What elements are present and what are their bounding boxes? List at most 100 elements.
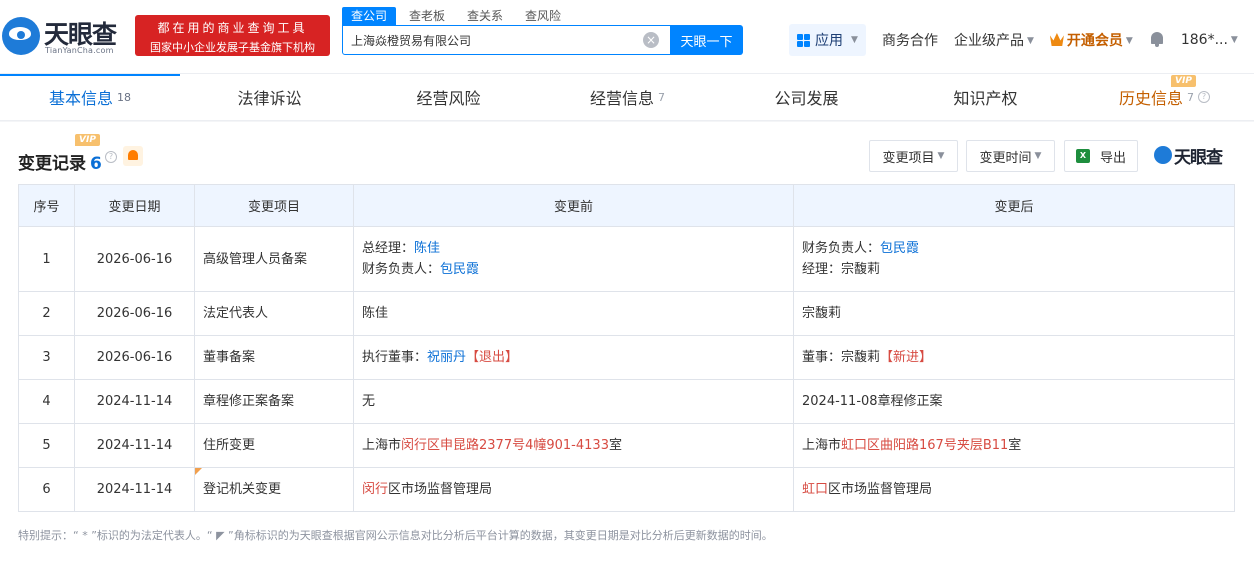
column-header-item: 变更项目 <box>194 184 354 227</box>
tab-operation-info[interactable]: 经营信息 7 <box>538 74 717 120</box>
after-finance-line: 财务负责人：包民霞 <box>802 238 1234 259</box>
enterprise-products-menu[interactable]: 企业级产品 ▼ <box>954 30 1034 50</box>
header-actions: 应用 ▼ 商务合作 企业级产品 ▼ 开通会员 ▼ 186*... ▼ <box>789 24 1238 56</box>
tianyancha-watermark-logo: 天眼查 <box>1154 143 1223 168</box>
row-after-value: 2024-11-08章程修正案 <box>793 379 1235 424</box>
column-header-after: 变更后 <box>793 184 1235 227</box>
slogan-banner: 都在用的商业查询工具 国家中小企业发展子基金旗下机构 <box>135 15 330 56</box>
before-finance-line: 财务负责人：包民霞 <box>362 259 793 280</box>
before-address-prefix: 上海市 <box>362 438 402 453</box>
after-address-changed-part: 虹口区曲阳路167号夹层B11 <box>841 438 1009 453</box>
change-project-filter[interactable]: 变更项目 ▼ <box>869 140 958 172</box>
column-header-date: 变更日期 <box>74 184 195 227</box>
row-after-value: 上海市虹口区曲阳路167号夹层B11室 <box>793 423 1235 468</box>
clear-search-icon[interactable]: × <box>643 32 659 48</box>
history-vip-badge: VIP <box>1171 75 1196 87</box>
table-row: 6 2024-11-14 登记机关变更 闵行区市场监督管理局 虹口区市场监督管理… <box>18 467 1235 512</box>
row-change-date: 2026-06-16 <box>74 335 195 380</box>
notification-bell-button[interactable] <box>1149 31 1165 49</box>
row-before-value: 无 <box>353 379 794 424</box>
change-records-panel: 变更记录 6 VIP ? 变更项目 ▼ 变更时间 ▼ X 导出 天眼查 序号 变更日期 … <box>0 122 1254 566</box>
vip-membership-link[interactable]: 开通会员 ▼ <box>1049 30 1133 50</box>
before-authority-suffix: 区市场监督管理局 <box>388 482 493 497</box>
after-manager-line: 经理：宗馥莉 <box>802 259 1234 280</box>
row-index: 1 <box>18 226 75 292</box>
row-change-date: 2024-11-14 <box>74 379 195 424</box>
small-eye-logo-icon <box>1154 146 1172 164</box>
change-records-table: 序号 变更日期 变更项目 变更前 变更后 1 2026-06-16 高级管理人员… <box>18 184 1235 512</box>
top-navigation-bar: 天眼查 TianYanCha.com 都在用的商业查询工具 国家中小企业发展子基… <box>0 0 1254 74</box>
before-manager-label: 总经理： <box>362 241 415 256</box>
after-authority-changed-part: 虹口 <box>802 482 829 497</box>
row-change-item: 住所变更 <box>194 423 354 468</box>
after-manager-label: 经理： <box>802 262 842 277</box>
export-button[interactable]: X 导出 <box>1064 140 1138 172</box>
apps-chevron-down-icon: ▼ <box>851 35 858 45</box>
after-legal-representative: 宗馥莉 <box>793 291 1235 336</box>
tab-company-development[interactable]: 公司发展 <box>717 74 896 120</box>
tab-legal-litigation[interactable]: 法律诉讼 <box>180 74 359 120</box>
tab-basic-info[interactable]: 基本信息 18 <box>0 74 180 120</box>
tab-intellectual-property[interactable]: 知识产权 <box>896 74 1075 120</box>
tab-basic-info-label: 基本信息 <box>48 89 113 108</box>
search-button[interactable]: 天眼一下 <box>670 25 743 55</box>
change-records-title: 变更记录 6 <box>18 149 102 174</box>
tab-intellectual-property-label: 知识产权 <box>953 89 1018 108</box>
before-legal-representative-link[interactable]: 陈佳 <box>353 291 794 336</box>
user-chevron-down-icon: ▼ <box>1230 35 1238 45</box>
after-director-label: 董事： <box>802 350 842 365</box>
row-change-date: 2026-06-16 <box>74 226 195 292</box>
before-authority-changed-part: 闵行 <box>362 482 389 497</box>
search-tab-risk[interactable]: 查风险 <box>516 7 570 25</box>
user-account-menu[interactable]: 186*... ▼ <box>1181 32 1238 48</box>
excel-export-icon: X <box>1075 149 1090 163</box>
change-alert-button[interactable] <box>123 146 143 166</box>
after-finance-name-link[interactable]: 包民霞 <box>880 241 919 256</box>
row-before-value: 闵行区市场监督管理局 <box>353 467 794 512</box>
table-row: 3 2026-06-16 董事备案 执行董事：祝丽丹【退出】 董事：宗馥莉【新进… <box>18 335 1235 380</box>
before-manager-name-link[interactable]: 陈佳 <box>414 241 440 256</box>
crown-icon <box>1049 33 1064 46</box>
row-index: 3 <box>18 335 75 380</box>
before-finance-label: 财务负责人： <box>362 262 441 277</box>
notification-bell-icon <box>1149 31 1165 48</box>
search-tab-relation[interactable]: 查关系 <box>458 7 512 25</box>
tab-operation-info-label: 经营信息 <box>589 89 654 108</box>
column-header-index: 序号 <box>18 184 75 227</box>
table-row: 5 2024-11-14 住所变更 上海市闵行区申昆路2377号4幢901-41… <box>18 423 1235 468</box>
row-index: 4 <box>18 379 75 424</box>
before-finance-name-link[interactable]: 包民霞 <box>440 262 479 277</box>
row-index: 6 <box>18 467 75 512</box>
slogan-line-1: 都在用的商业查询工具 <box>157 21 308 35</box>
row-after-value: 虹口区市场监督管理局 <box>793 467 1235 512</box>
search-tab-company[interactable]: 查公司 <box>342 7 397 25</box>
vip-membership-label: 开通会员 <box>1066 33 1123 49</box>
slogan-line-2: 国家中小企业发展子基金旗下机构 <box>150 41 315 54</box>
row-change-date: 2024-11-14 <box>74 423 195 468</box>
enterprise-products-label: 企业级产品 <box>954 33 1024 49</box>
tab-basic-info-count: 18 <box>117 90 131 104</box>
row-change-date: 2026-06-16 <box>74 291 195 336</box>
row-change-item: 高级管理人员备案 <box>194 226 354 292</box>
change-records-help-icon[interactable]: ? <box>105 151 117 163</box>
alert-bell-icon <box>128 150 138 160</box>
row-after-value: 董事：宗馥莉【新进】 <box>793 335 1235 380</box>
search-tab-boss[interactable]: 查老板 <box>400 7 454 25</box>
company-search-box: × 天眼一下 <box>342 25 743 55</box>
tianyancha-logo[interactable]: 天眼查 TianYanCha.com <box>2 13 128 57</box>
after-director-name: 宗馥莉 <box>841 350 881 365</box>
before-director-name-link[interactable]: 祝丽丹 <box>427 350 466 365</box>
export-button-label: 导出 <box>1099 150 1126 166</box>
apps-menu-button[interactable]: 应用 ▼ <box>789 24 866 56</box>
company-search-input[interactable] <box>343 26 669 54</box>
apps-menu-label: 应用 <box>815 33 844 49</box>
enterprise-chevron-down-icon: ▼ <box>1027 36 1034 46</box>
business-cooperation-link[interactable]: 商务合作 <box>882 30 938 50</box>
apps-grid-icon <box>797 33 811 47</box>
tab-business-risk[interactable]: 经营风险 <box>359 74 538 120</box>
history-help-icon[interactable]: ? <box>1198 91 1210 103</box>
change-project-filter-label: 变更项目 <box>882 150 935 166</box>
change-time-filter[interactable]: 变更时间 ▼ <box>966 140 1055 172</box>
eye-logo-icon <box>2 17 40 55</box>
tab-history-info[interactable]: 历史信息 7? VIP <box>1075 74 1254 120</box>
